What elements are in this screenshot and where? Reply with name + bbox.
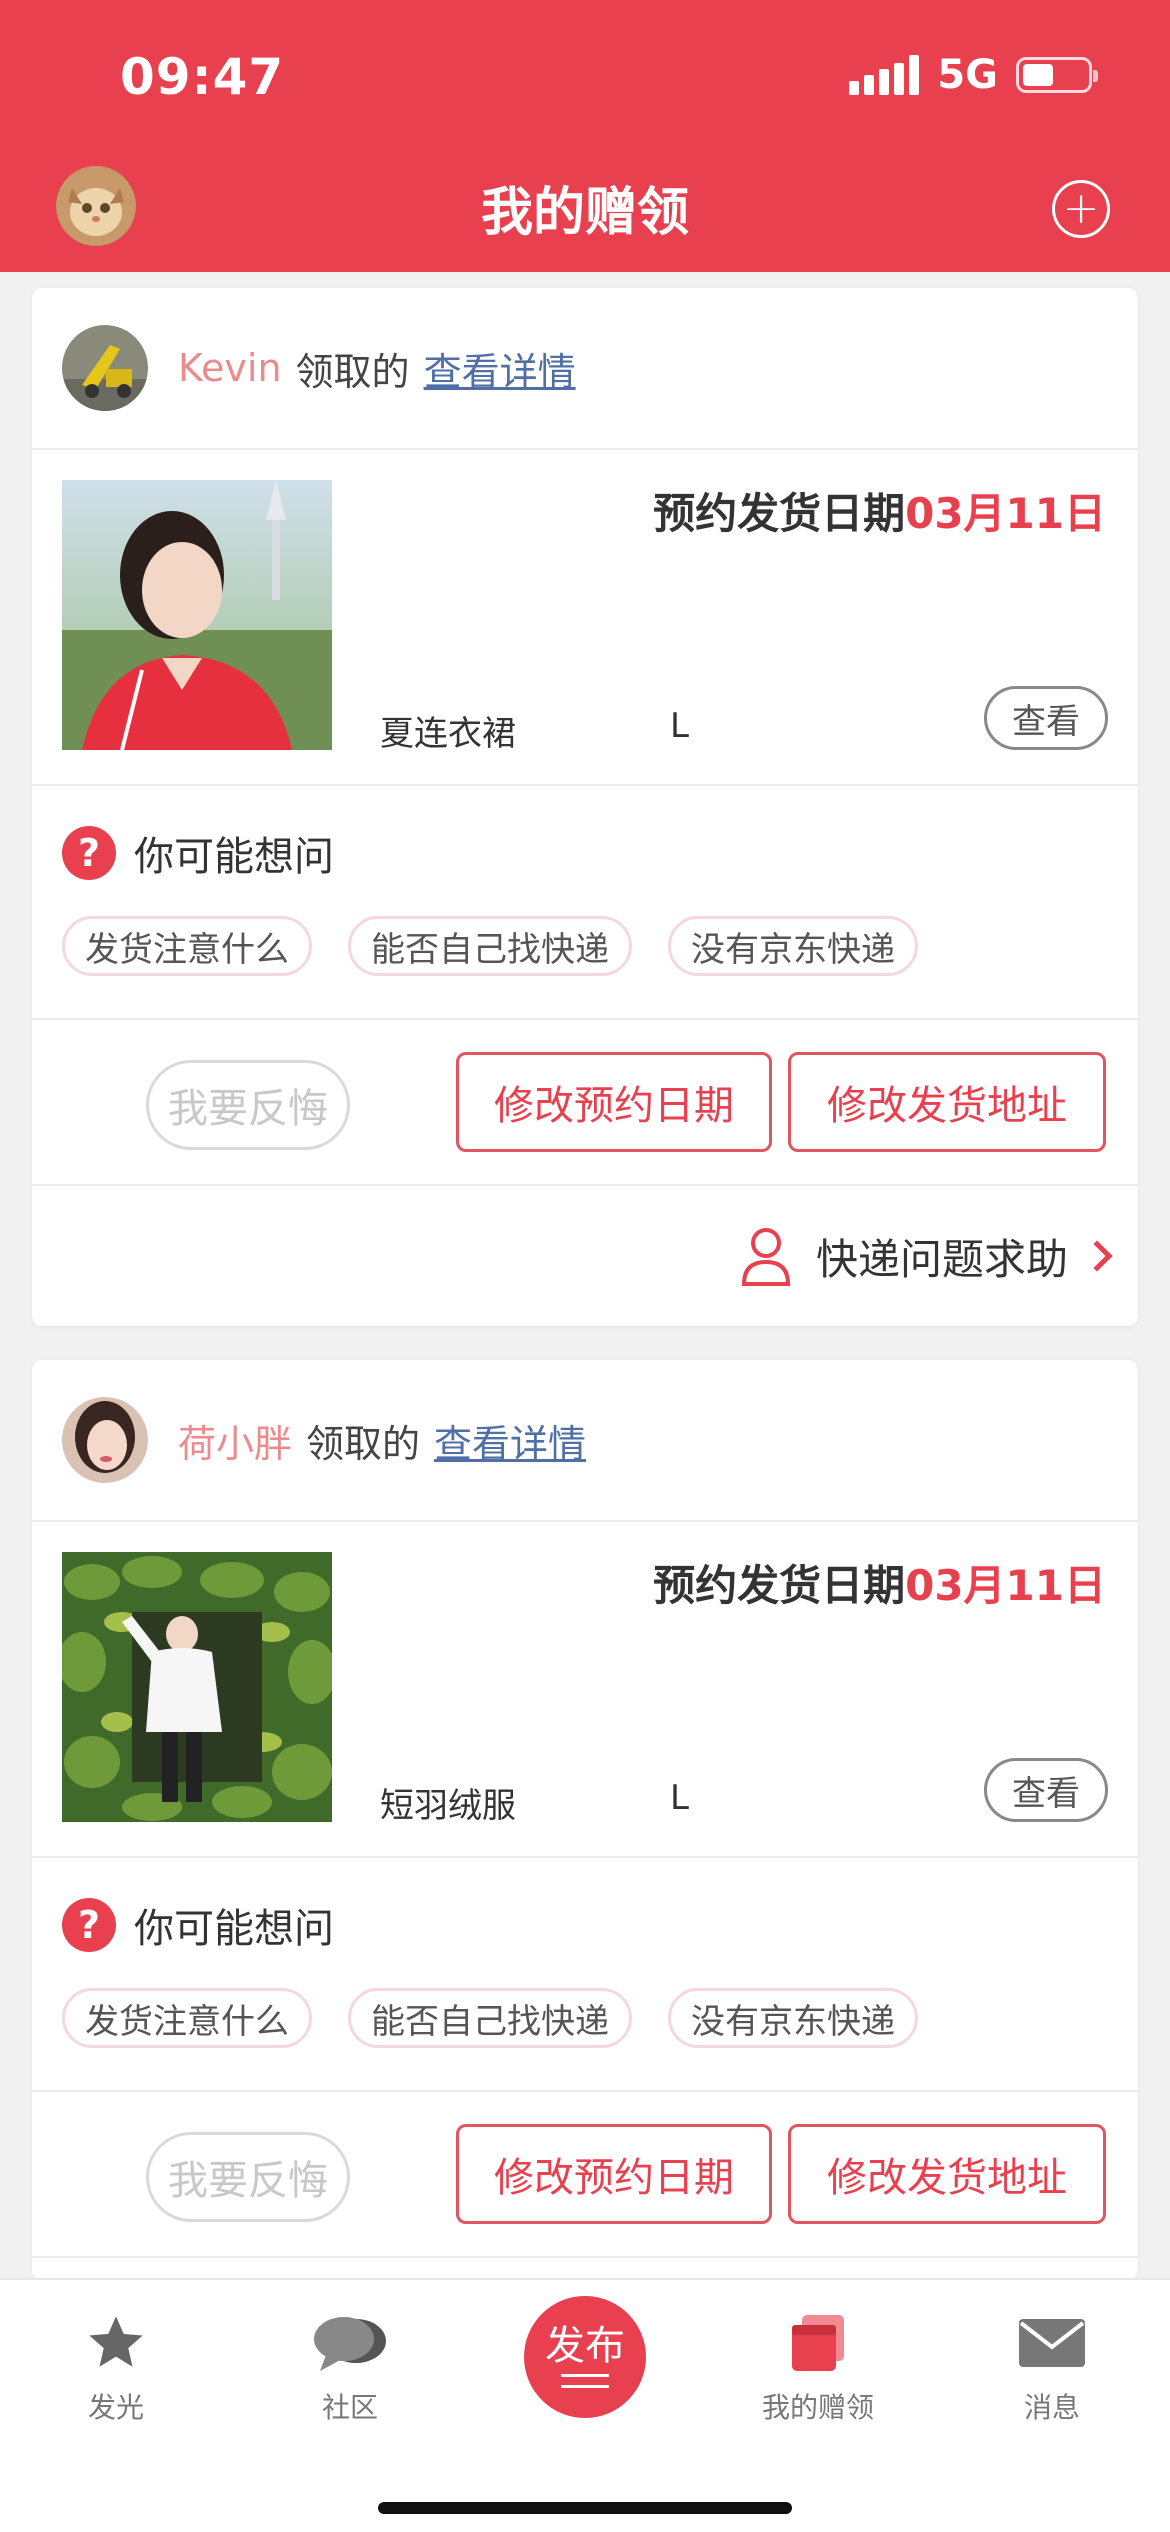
tab-messages[interactable]: 消息 bbox=[952, 2308, 1152, 2426]
express-help-row[interactable]: 快递问题求助 bbox=[32, 1186, 1138, 1326]
tab-glow[interactable]: 发光 bbox=[16, 2308, 216, 2426]
signal-icon bbox=[849, 55, 920, 95]
person-icon bbox=[741, 1228, 790, 1286]
mail-icon bbox=[952, 2308, 1152, 2378]
faq-section: ? 你可能想问 发货注意什么 能否自己找快递 没有京东快递 bbox=[32, 1858, 1138, 2092]
claim-text: 领取的 bbox=[306, 1421, 421, 1466]
faq-chip[interactable]: 能否自己找快递 bbox=[348, 916, 632, 976]
ship-date-label: 预约发货日期 bbox=[653, 489, 906, 538]
actions-row: 我要反悔 修改预约日期 修改发货地址 bbox=[32, 2092, 1138, 2258]
change-address-button[interactable]: 修改发货地址 bbox=[788, 1052, 1106, 1152]
regret-button[interactable]: 我要反悔 bbox=[146, 1060, 350, 1150]
product-size: L bbox=[670, 1778, 689, 1818]
status-indicators: 5G bbox=[849, 52, 1098, 98]
cards-icon bbox=[718, 2308, 918, 2378]
tab-my-gifts[interactable]: 我的赠领 bbox=[718, 2308, 918, 2426]
card-header: 荷小胖 领取的 查看详情 bbox=[32, 1360, 1138, 1522]
change-date-button[interactable]: 修改预约日期 bbox=[456, 2124, 772, 2224]
ship-date-label: 预约发货日期 bbox=[653, 1561, 906, 1610]
faq-chip[interactable]: 发货注意什么 bbox=[62, 1988, 312, 2048]
app-header: 09:47 5G 我的赠领 + bbox=[0, 0, 1170, 272]
actions-row: 我要反悔 修改预约日期 修改发货地址 bbox=[32, 1020, 1138, 1186]
bottom-tab-bar: 发光 社区 发布 我的赠领 消息 bbox=[0, 2278, 1170, 2532]
tab-label: 我的赠领 bbox=[761, 2391, 874, 2424]
tab-label: 社区 bbox=[321, 2391, 378, 2424]
view-button[interactable]: 查看 bbox=[984, 686, 1108, 750]
network-type: 5G bbox=[937, 52, 998, 98]
battery-icon bbox=[1016, 57, 1098, 93]
product-section: 预约发货日期03月11日 短羽绒服 L 查看 bbox=[32, 1522, 1138, 1858]
question-icon: ? bbox=[62, 1898, 116, 1952]
faq-title: 你可能想问 bbox=[134, 834, 334, 880]
status-time: 09:47 bbox=[120, 48, 285, 106]
publish-label: 发布 bbox=[545, 2323, 625, 2369]
username: Kevin bbox=[178, 346, 282, 390]
product-image[interactable] bbox=[62, 1552, 332, 1822]
username: 荷小胖 bbox=[178, 1421, 293, 1466]
ship-date-value: 03月11日 bbox=[905, 1561, 1106, 1610]
faq-title: 你可能想问 bbox=[134, 1906, 334, 1952]
product-size: L bbox=[670, 706, 689, 746]
view-details-link[interactable]: 查看详情 bbox=[424, 341, 576, 396]
user-avatar[interactable] bbox=[62, 1397, 148, 1483]
card-header: Kevin 领取的 查看详情 bbox=[32, 288, 1138, 450]
change-address-button[interactable]: 修改发货地址 bbox=[788, 2124, 1106, 2224]
claim-card: 荷小胖 领取的 查看详情 预约发货日期03月11日 短羽绒服 L 查看 ? 你可… bbox=[32, 1360, 1138, 2280]
page-title: 我的赠领 bbox=[480, 183, 689, 243]
publish-button[interactable]: 发布 bbox=[524, 2296, 646, 2418]
faq-section: ? 你可能想问 发货注意什么 能否自己找快递 没有京东快递 bbox=[32, 786, 1138, 1020]
plus-circle-icon[interactable]: + bbox=[1052, 180, 1110, 238]
user-avatar[interactable] bbox=[62, 325, 148, 411]
faq-chip[interactable]: 没有京东快递 bbox=[668, 916, 918, 976]
change-date-button[interactable]: 修改预约日期 bbox=[456, 1052, 772, 1152]
claim-text: 领取的 bbox=[295, 349, 410, 394]
product-name: 夏连衣裙 bbox=[380, 714, 516, 754]
ship-date-value: 03月11日 bbox=[905, 489, 1106, 538]
chevron-right-icon bbox=[1081, 1240, 1113, 1272]
ship-date: 预约发货日期03月11日 bbox=[653, 1552, 1106, 1613]
tab-community[interactable]: 社区 bbox=[250, 2308, 450, 2426]
view-details-link[interactable]: 查看详情 bbox=[434, 1413, 586, 1468]
faq-chip[interactable]: 没有京东快递 bbox=[668, 1988, 918, 2048]
claim-card: Kevin 领取的 查看详情 预约发货日期03月11日 夏连衣裙 L 查看 ? … bbox=[32, 288, 1138, 1326]
question-icon: ? bbox=[62, 826, 116, 880]
ship-date: 预约发货日期03月11日 bbox=[653, 480, 1106, 541]
view-button[interactable]: 查看 bbox=[984, 1758, 1108, 1822]
home-indicator bbox=[378, 2502, 792, 2514]
tab-label: 消息 bbox=[1023, 2391, 1080, 2424]
tab-label: 发光 bbox=[87, 2391, 144, 2424]
menu-lines-icon bbox=[561, 2374, 609, 2388]
express-help-label: 快递问题求助 bbox=[815, 1234, 1068, 1284]
star-icon bbox=[16, 2308, 216, 2378]
faq-chip[interactable]: 能否自己找快递 bbox=[348, 1988, 632, 2048]
chat-bubbles-icon bbox=[250, 2308, 450, 2378]
product-section: 预约发货日期03月11日 夏连衣裙 L 查看 bbox=[32, 450, 1138, 786]
product-name: 短羽绒服 bbox=[380, 1786, 516, 1826]
product-image[interactable] bbox=[62, 480, 332, 750]
faq-chip[interactable]: 发货注意什么 bbox=[62, 916, 312, 976]
regret-button[interactable]: 我要反悔 bbox=[146, 2132, 350, 2222]
